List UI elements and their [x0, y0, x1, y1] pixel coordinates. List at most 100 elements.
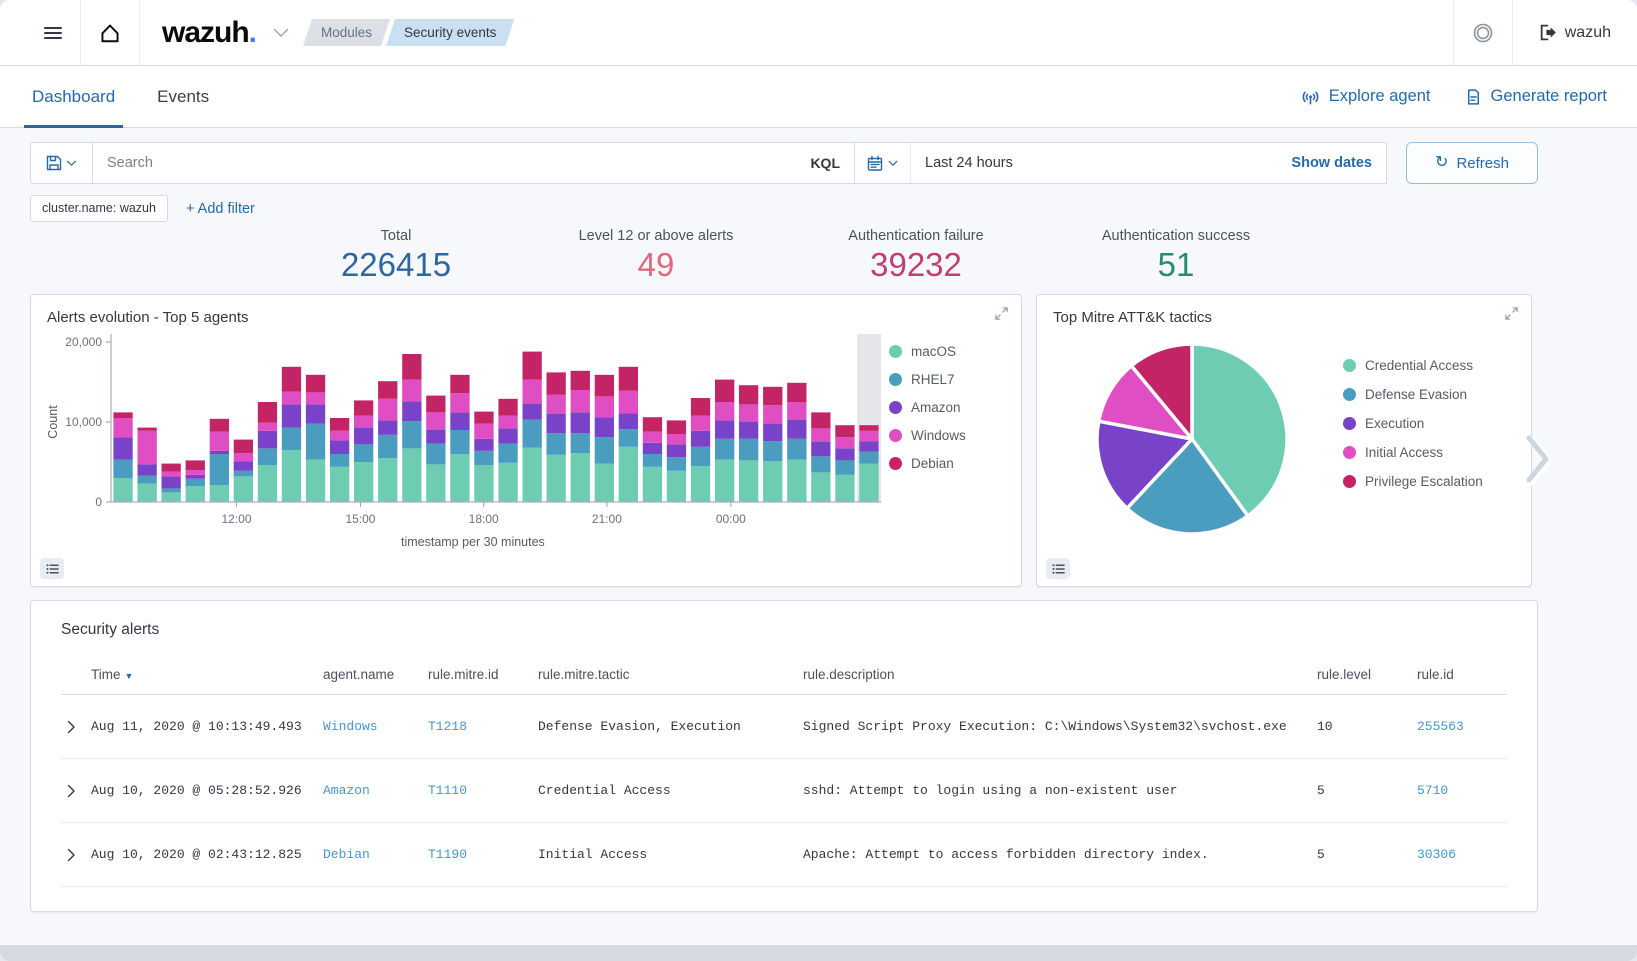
bar-segment-Amazon[interactable] — [210, 451, 229, 454]
column-header-rule-mitre-tactic[interactable]: rule.mitre.tactic — [538, 667, 803, 682]
bar-segment-Debian[interactable] — [643, 417, 662, 431]
filter-pill-cluster-name[interactable]: cluster.name: wazuh — [30, 195, 168, 222]
bar-segment-Debian[interactable] — [113, 412, 132, 418]
bar-segment-Debian[interactable] — [426, 396, 445, 413]
bar-segment-Debian[interactable] — [258, 402, 277, 423]
bar-segment-macOS[interactable] — [426, 464, 445, 502]
legend-item-execution[interactable]: Execution — [1343, 416, 1483, 431]
stat-total[interactable]: Total 226415 — [266, 228, 526, 284]
inspect-chart-button[interactable] — [40, 558, 64, 579]
bar-segment-Amazon[interactable] — [498, 428, 517, 443]
bar-segment-Windows[interactable] — [691, 416, 710, 431]
explore-agent-button[interactable]: Explore agent — [1301, 87, 1431, 106]
bar-segment-macOS[interactable] — [138, 484, 157, 502]
cell-rule-id[interactable]: 255563 — [1417, 719, 1507, 734]
bar-segment-Debian[interactable] — [450, 375, 469, 393]
bar-segment-macOS[interactable] — [474, 465, 493, 502]
bar-segment-RHEL7[interactable] — [571, 433, 590, 453]
bar-segment-Windows[interactable] — [523, 380, 542, 404]
bar-segment-Windows[interactable] — [162, 472, 181, 477]
bar-segment-Windows[interactable] — [787, 402, 806, 420]
date-range-value[interactable]: Last 24 hours — [911, 155, 1277, 171]
bar-segment-Windows[interactable] — [354, 416, 373, 428]
bar-segment-macOS[interactable] — [402, 448, 421, 502]
bar-segment-RHEL7[interactable] — [667, 457, 686, 471]
bar-segment-Amazon[interactable] — [113, 437, 132, 459]
bar-segment-Debian[interactable] — [186, 460, 205, 470]
bar-segment-Windows[interactable] — [547, 395, 566, 414]
cell-rule-mitre-id[interactable]: T1218 — [428, 719, 538, 734]
bar-segment-Debian[interactable] — [354, 400, 373, 415]
bar-segment-Debian[interactable] — [330, 418, 349, 431]
bar-segment-Windows[interactable] — [330, 431, 349, 441]
bottom-scrollbar[interactable] — [0, 945, 1637, 961]
bar-segment-Amazon[interactable] — [474, 439, 493, 451]
bar-segment-Debian[interactable] — [835, 425, 854, 437]
bar-segment-Windows[interactable] — [258, 423, 277, 431]
bar-segment-Debian[interactable] — [691, 398, 710, 416]
cell-agent-name[interactable]: Debian — [323, 847, 428, 862]
tab-dashboard[interactable]: Dashboard — [30, 66, 117, 127]
bar-segment-Debian[interactable] — [306, 375, 325, 393]
home-button[interactable] — [81, 0, 139, 65]
bar-segment-Amazon[interactable] — [619, 413, 638, 429]
bar-segment-Amazon[interactable] — [595, 417, 614, 437]
bar-segment-RHEL7[interactable] — [354, 444, 373, 462]
bar-segment-Debian[interactable] — [715, 380, 734, 402]
legend-item-credential-access[interactable]: Credential Access — [1343, 358, 1483, 373]
bar-segment-RHEL7[interactable] — [643, 454, 662, 467]
bar-segment-Debian[interactable] — [498, 399, 517, 416]
bar-segment-macOS[interactable] — [859, 464, 878, 502]
bar-segment-Amazon[interactable] — [667, 444, 686, 457]
bar-segment-RHEL7[interactable] — [113, 460, 132, 478]
refresh-button[interactable]: ↻ Refresh — [1406, 142, 1538, 184]
bar-segment-Amazon[interactable] — [715, 420, 734, 438]
bar-segment-Debian[interactable] — [234, 440, 253, 454]
stat-level-12[interactable]: Level 12 or above alerts 49 — [526, 228, 786, 284]
bar-segment-Debian[interactable] — [859, 425, 878, 431]
cell-agent-name[interactable]: Amazon — [323, 783, 428, 798]
bar-segment-macOS[interactable] — [354, 462, 373, 502]
bar-segment-Amazon[interactable] — [787, 420, 806, 439]
bar-segment-Debian[interactable] — [811, 412, 830, 428]
bar-segment-Windows[interactable] — [378, 399, 397, 421]
bar-segment-RHEL7[interactable] — [306, 424, 325, 460]
bar-segment-Amazon[interactable] — [739, 422, 758, 439]
bar-segment-Debian[interactable] — [138, 428, 157, 431]
bar-segment-Windows[interactable] — [835, 437, 854, 448]
legend-item-defense-evasion[interactable]: Defense Evasion — [1343, 387, 1483, 402]
legend-item-privilege-escalation[interactable]: Privilege Escalation — [1343, 474, 1483, 489]
bar-segment-Debian[interactable] — [523, 352, 542, 380]
bar-segment-Debian[interactable] — [571, 371, 590, 390]
bar-segment-RHEL7[interactable] — [835, 460, 854, 474]
bar-segment-Debian[interactable] — [282, 367, 301, 392]
bar-segment-Amazon[interactable] — [234, 461, 253, 471]
bar-segment-RHEL7[interactable] — [210, 454, 229, 485]
bar-segment-Debian[interactable] — [739, 385, 758, 404]
bar-segment-macOS[interactable] — [691, 466, 710, 502]
bar-segment-RHEL7[interactable] — [426, 444, 445, 465]
bar-segment-Amazon[interactable] — [258, 431, 277, 449]
bar-segment-Windows[interactable] — [186, 470, 205, 475]
column-header-time[interactable]: Time▼ — [61, 667, 323, 682]
bar-segment-Amazon[interactable] — [186, 475, 205, 479]
cell-rule-mitre-id[interactable]: T1110 — [428, 783, 538, 798]
cell-agent-name[interactable]: Windows — [323, 719, 428, 734]
bar-segment-RHEL7[interactable] — [547, 433, 566, 455]
bar-segment-RHEL7[interactable] — [474, 451, 493, 465]
date-quick-select-button[interactable] — [855, 143, 911, 183]
bar-segment-Amazon[interactable] — [378, 420, 397, 434]
breadcrumb-modules[interactable]: Modules — [303, 19, 390, 46]
bar-segment-macOS[interactable] — [113, 478, 132, 502]
bar-segment-macOS[interactable] — [667, 471, 686, 502]
bar-segment-Amazon[interactable] — [306, 404, 325, 423]
bar-segment-Windows[interactable] — [739, 404, 758, 422]
stat-auth-success[interactable]: Authentication success 51 — [1046, 228, 1306, 284]
bar-segment-Amazon[interactable] — [643, 443, 662, 454]
wazuh-logo[interactable]: wazuh. — [162, 16, 257, 50]
bar-segment-RHEL7[interactable] — [763, 441, 782, 461]
bar-segment-Debian[interactable] — [763, 387, 782, 405]
bar-segment-Debian[interactable] — [787, 383, 806, 402]
bar-segment-Windows[interactable] — [811, 428, 830, 442]
column-header-rule-level[interactable]: rule.level — [1317, 667, 1417, 682]
